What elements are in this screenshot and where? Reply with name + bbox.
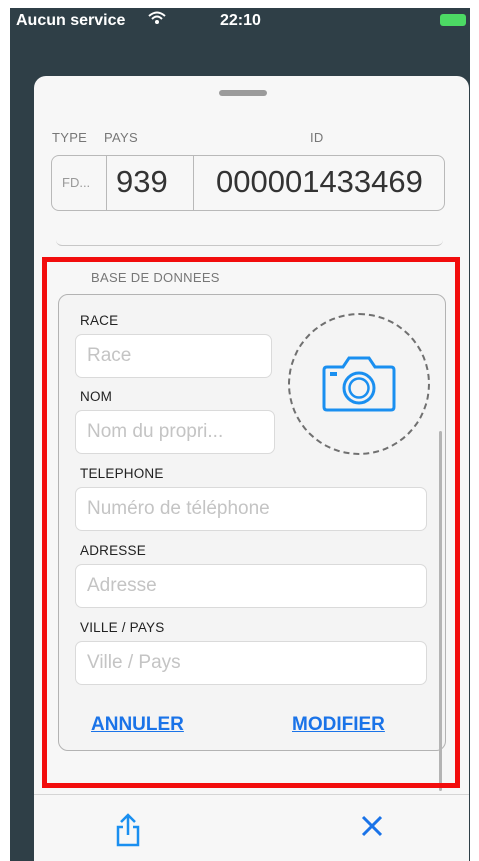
address-label: ADRESSE xyxy=(80,543,146,558)
database-title: BASE DE DONNEES xyxy=(91,270,220,285)
carrier-label: Aucun service xyxy=(16,12,126,29)
country-label: PAYS xyxy=(104,130,138,145)
bottom-toolbar xyxy=(34,794,469,861)
identifier-box: FD... 939 000001433469 xyxy=(51,155,445,211)
name-label: NOM xyxy=(80,389,113,404)
country-value: 939 xyxy=(116,164,168,199)
race-label: RACE xyxy=(80,313,119,328)
type-label: TYPE xyxy=(52,130,88,145)
modify-button[interactable]: MODIFIER xyxy=(292,714,385,736)
id-label: ID xyxy=(310,130,324,145)
section-separator xyxy=(56,239,443,246)
city-label: VILLE / PAYS xyxy=(80,620,165,635)
name-input[interactable]: Nom du propri... xyxy=(75,410,275,454)
scrollbar[interactable] xyxy=(439,431,442,791)
card-sheet: TYPE PAYS ID FD... 939 000001433469 BASE… xyxy=(34,76,469,861)
divider xyxy=(193,156,194,210)
status-time: 22:10 xyxy=(220,12,261,29)
city-input[interactable]: Ville / Pays xyxy=(75,641,427,685)
battery-icon xyxy=(440,14,466,26)
phone-screen: Aucun service 22:10 TYPE PAYS ID FD... 9… xyxy=(10,8,470,861)
sheet-grabber[interactable] xyxy=(219,90,267,96)
id-value: 000001433469 xyxy=(216,164,423,199)
close-icon[interactable] xyxy=(361,815,383,842)
cancel-button[interactable]: ANNULER xyxy=(91,714,184,736)
share-icon[interactable] xyxy=(116,813,140,852)
camera-icon xyxy=(322,356,396,412)
divider xyxy=(106,156,107,210)
phone-input[interactable]: Numéro de téléphone xyxy=(75,487,427,531)
status-bar: Aucun service 22:10 xyxy=(10,8,470,34)
address-input[interactable]: Adresse xyxy=(75,564,427,608)
race-input[interactable]: Race xyxy=(75,334,272,378)
photo-picker[interactable] xyxy=(288,313,430,455)
phone-label: TELEPHONE xyxy=(80,466,164,481)
type-value: FD... xyxy=(62,175,91,190)
wifi-icon xyxy=(148,11,166,29)
